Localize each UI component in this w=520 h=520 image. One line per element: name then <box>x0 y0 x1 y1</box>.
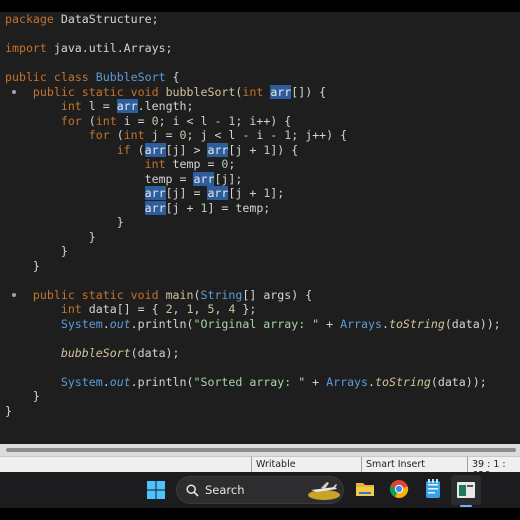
code-line: temp = arr[j]; <box>144 171 243 186</box>
code-line: int temp = 0; <box>144 157 236 171</box>
search-label: Search <box>205 483 245 497</box>
scrollbar-thumb[interactable] <box>6 448 516 452</box>
window-top-strip <box>0 0 520 12</box>
code-line: System.out.println("Sorted array: " + Ar… <box>60 374 487 389</box>
code-line: } <box>60 244 68 258</box>
status-writable: Writable <box>256 459 296 470</box>
file-explorer-icon[interactable] <box>355 480 375 498</box>
code-line: for (int i = 0; i < l - 1; i++) { <box>60 113 292 128</box>
code-line: public static void bubbleSort(int arr[])… <box>32 84 327 99</box>
code-line: package DataStructure; <box>5 12 159 26</box>
selected-arr-occurrence: arr <box>144 200 166 215</box>
selected-arr-occurrence: arr <box>144 186 166 200</box>
code-line: arr[j] = arr[j + 1]; <box>144 186 285 200</box>
selected-arr-occurrence: arr <box>207 186 229 200</box>
code-line: public static void main(String[] args) { <box>32 287 313 302</box>
status-divider <box>361 457 362 472</box>
taskbar-search-box[interactable]: Search <box>176 476 344 504</box>
selected-arr-occurrence: arr <box>207 142 229 157</box>
selected-arr-occurrence: arr <box>144 142 166 157</box>
active-app-indicator <box>460 505 472 507</box>
notepad-icon[interactable] <box>424 479 442 499</box>
code-line: System.out.println("Original array: " + … <box>60 316 501 331</box>
selected-arr-occurrence: arr <box>116 99 138 113</box>
code-line: arr[j + 1] = temp; <box>144 200 271 215</box>
status-bar: Writable Smart Insert 39 : 1 : 636 <box>0 456 520 481</box>
code-line: } <box>5 403 12 418</box>
status-insert-mode: Smart Insert <box>366 459 426 470</box>
code-line: } <box>88 229 96 244</box>
status-divider <box>467 457 468 472</box>
code-line: for (int j = 0; j < l - i - 1; j++) { <box>88 128 348 142</box>
selected-arr-occurrence: arr <box>193 171 215 186</box>
eclipse-app-icon <box>457 482 475 498</box>
code-line: import java.util.Arrays; <box>5 41 173 55</box>
code-line: } <box>116 215 124 229</box>
code-line: int l = arr.length; <box>60 99 194 113</box>
code-line: } <box>32 258 40 273</box>
code-editor[interactable]: package DataStructure; import java.util.… <box>0 12 520 444</box>
windows-start-icon[interactable] <box>146 480 166 500</box>
code-line: } <box>32 389 40 403</box>
search-highlight-plane-icon <box>308 482 340 500</box>
status-divider <box>251 457 252 472</box>
horizontal-scrollbar[interactable] <box>0 444 520 456</box>
code-line: bubbleSort(data); <box>60 345 180 360</box>
code-text[interactable]: package DataStructure; import java.util.… <box>5 12 501 418</box>
code-line: if (arr[j] > arr[j + 1]) { <box>116 142 299 157</box>
active-app-tile[interactable] <box>451 475 481 505</box>
chrome-icon[interactable] <box>389 479 409 499</box>
selected-arr-occurrence: arr <box>270 84 292 99</box>
code-line: int data[] = { 2, 1, 5, 4 }; <box>60 302 257 316</box>
search-icon <box>186 484 199 497</box>
code-line: public class BubbleSort { <box>5 70 180 84</box>
